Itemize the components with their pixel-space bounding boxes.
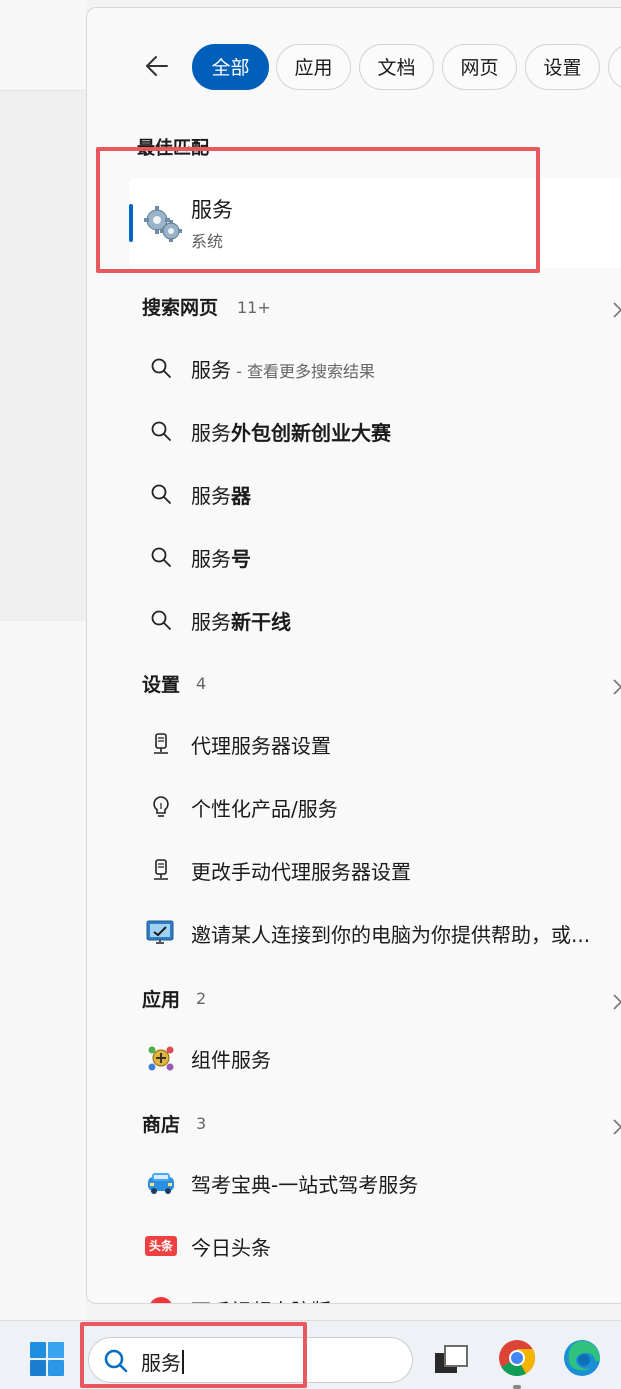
settings-personalization[interactable]: 个性化产品/服务 (87, 781, 621, 833)
store-header[interactable]: 商店 3 (87, 1108, 621, 1148)
chevron-right-icon (613, 994, 621, 1010)
section-title: 搜索网页 (142, 297, 219, 319)
web-result-text: 服务外包创新创业大赛 (191, 421, 391, 445)
search-icon (151, 421, 171, 441)
settings-item-label: 邀请某人连接到你的电脑为你提供帮助，或... (191, 923, 591, 947)
tab-more[interactable] (608, 44, 621, 90)
tab-apps[interactable]: 应用 (276, 44, 351, 90)
settings-item-label: 代理服务器设置 (191, 734, 331, 758)
section-count: 11+ (237, 298, 271, 317)
lightbulb-icon (153, 796, 169, 817)
section-count: 4 (196, 674, 207, 693)
chrome-icon[interactable] (496, 1337, 538, 1379)
app-component-services[interactable]: 组件服务 (87, 1032, 621, 1084)
chevron-right-icon (613, 302, 621, 318)
edge-icon[interactable] (561, 1337, 603, 1379)
running-indicator (513, 1385, 521, 1389)
component-services-icon (148, 1046, 174, 1071)
chevron-right-icon (613, 679, 621, 695)
background-window (0, 90, 86, 621)
filter-bar: 全部 应用 文档 网页 设置 (87, 42, 621, 94)
search-icon (151, 610, 171, 630)
proxy-icon (154, 859, 168, 880)
arrow-left-icon (146, 56, 168, 76)
settings-header[interactable]: 设置 4 (87, 668, 621, 708)
store-item-label: 西瓜视频电脑版 (191, 1295, 331, 1303)
settings-manual-proxy[interactable]: 更改手动代理服务器设置 (87, 844, 621, 896)
app-item-label: 组件服务 (191, 1048, 271, 1072)
section-title: 应用 (142, 989, 181, 1011)
search-icon (151, 484, 171, 504)
web-result-5[interactable]: 服务新干线 (87, 594, 621, 646)
task-view-icon[interactable] (431, 1337, 473, 1379)
web-result-4[interactable]: 服务号 (87, 531, 621, 583)
search-icon (151, 358, 171, 378)
store-driving-test[interactable]: 驾考宝典-一站式驾考服务 (87, 1157, 621, 1209)
store-item-label: 驾考宝典-一站式驾考服务 (191, 1173, 419, 1197)
back-button[interactable] (143, 52, 175, 84)
desktop-background (0, 0, 86, 1320)
tab-web[interactable]: 网页 (442, 44, 517, 90)
settings-remote-assistance[interactable]: 邀请某人连接到你的电脑为你提供帮助，或... (87, 907, 621, 959)
highlight-search-box (80, 1322, 307, 1388)
web-result-text: 服务新干线 (191, 610, 291, 634)
section-count: 3 (196, 1114, 207, 1133)
search-icon (151, 547, 171, 567)
store-xigua[interactable]: 西瓜视频电脑版 (87, 1283, 621, 1303)
section-title: 商店 (142, 1114, 181, 1136)
web-search-header[interactable]: 搜索网页 11+ (87, 291, 621, 331)
web-result-text: 服务号 (191, 547, 251, 571)
tab-settings[interactable]: 设置 (525, 44, 600, 90)
chevron-right-icon (613, 1119, 621, 1135)
settings-proxy[interactable]: 代理服务器设置 (87, 718, 621, 770)
section-count: 2 (196, 989, 207, 1008)
store-item-label: 今日头条 (191, 1236, 271, 1260)
apps-header[interactable]: 应用 2 (87, 983, 621, 1023)
watermelon-video-icon (150, 1297, 172, 1303)
proxy-icon (154, 733, 168, 754)
remote-assistance-icon (146, 920, 174, 944)
web-result-text: 服务器 (191, 484, 251, 508)
windows-start-icon[interactable] (29, 1341, 65, 1377)
toutiao-icon: 头条 (145, 1236, 177, 1256)
section-title: 设置 (142, 674, 181, 696)
web-result-text: 服务 - 查看更多搜索结果 (191, 358, 375, 382)
tab-documents[interactable]: 文档 (359, 44, 434, 90)
tab-all[interactable]: 全部 (192, 44, 269, 90)
highlight-best-match (96, 147, 540, 273)
web-result-2[interactable]: 服务外包创新创业大赛 (87, 405, 621, 457)
web-result-3[interactable]: 服务器 (87, 468, 621, 520)
settings-item-label: 更改手动代理服务器设置 (191, 860, 411, 884)
car-icon (148, 1173, 174, 1194)
web-result-1[interactable]: 服务 - 查看更多搜索结果 (87, 342, 621, 394)
settings-item-label: 个性化产品/服务 (191, 797, 338, 821)
store-toutiao[interactable]: 头条 今日头条 (87, 1220, 621, 1272)
